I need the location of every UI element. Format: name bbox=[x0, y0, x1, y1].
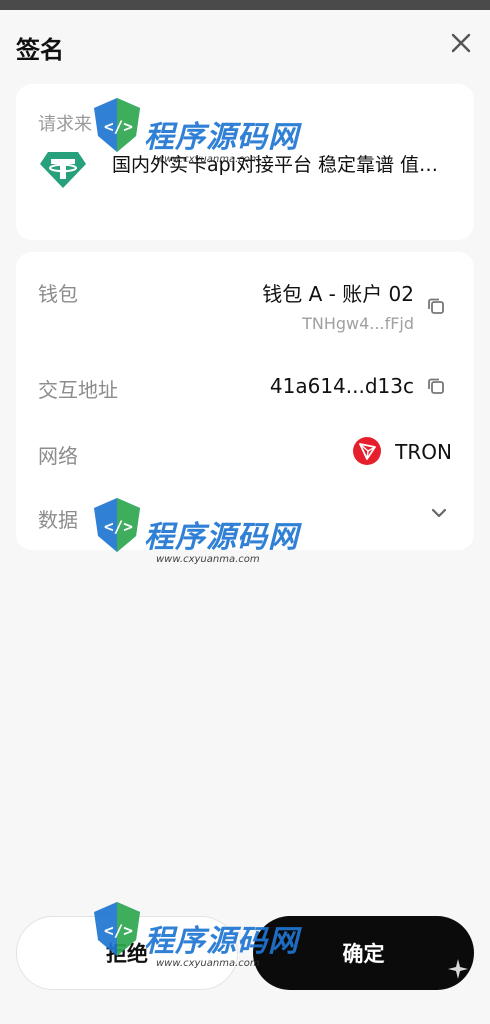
data-label: 数据 bbox=[38, 508, 78, 532]
network-name: TRON bbox=[395, 440, 452, 464]
chevron-down-icon[interactable] bbox=[428, 502, 450, 524]
copy-wallet-address-icon[interactable] bbox=[426, 296, 446, 316]
close-icon bbox=[451, 33, 471, 53]
wallet-name: 钱包 A - 账户 02 bbox=[262, 282, 414, 306]
contract-address-label: 交互地址 bbox=[38, 378, 118, 402]
request-source-card: 请求来 国内外实卡api对接平台 稳定靠谱 值… bbox=[16, 84, 474, 240]
tron-icon bbox=[352, 436, 382, 466]
copy-contract-address-icon[interactable] bbox=[426, 376, 446, 396]
watermark-url: www.cxyuanma.com bbox=[156, 554, 260, 565]
status-bar bbox=[0, 0, 490, 10]
close-button[interactable] bbox=[446, 28, 476, 58]
contract-address-value: 41a614...d13c bbox=[269, 374, 414, 398]
wallet-address: TNHgw4...fFjd bbox=[302, 314, 414, 333]
page-title: 签名 bbox=[16, 36, 64, 64]
network-label: 网络 bbox=[38, 444, 78, 468]
wallet-label: 钱包 bbox=[38, 282, 78, 306]
tether-usdt-icon bbox=[38, 150, 88, 190]
request-source-label: 请求来 bbox=[38, 114, 92, 135]
confirm-button[interactable]: 确定 bbox=[253, 916, 474, 990]
request-app-name: 国内外实卡api对接平台 稳定靠谱 值… bbox=[112, 154, 439, 176]
transaction-details-card: 钱包 钱包 A - 账户 02 TNHgw4...fFjd 交互地址 41a61… bbox=[16, 252, 474, 550]
sparkle-icon bbox=[447, 958, 469, 980]
reject-button[interactable]: 拒绝 bbox=[16, 916, 238, 990]
